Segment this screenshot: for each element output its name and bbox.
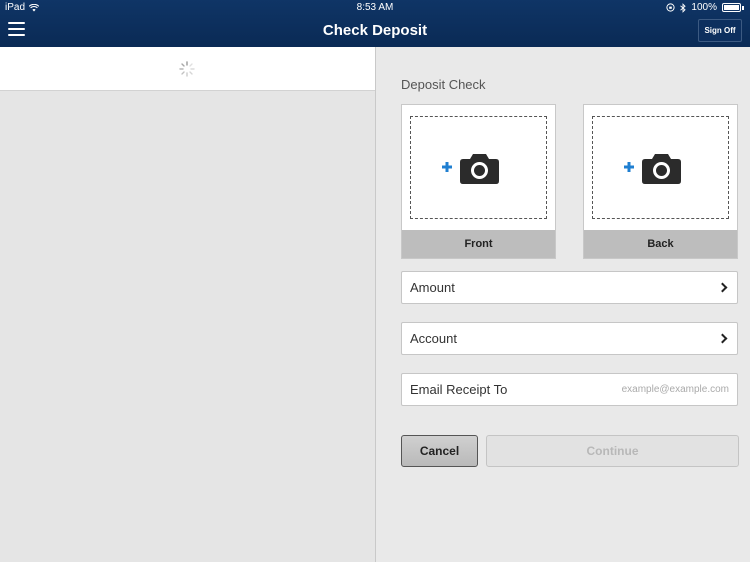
deposit-panel: Deposit Check Front Back Amount Account … xyxy=(376,47,750,562)
front-label: Front xyxy=(402,230,555,258)
camera-add-icon xyxy=(624,154,681,184)
account-field[interactable]: Account xyxy=(401,322,738,355)
chevron-right-icon xyxy=(717,333,728,344)
amount-field[interactable]: Amount xyxy=(401,271,738,304)
chevron-right-icon xyxy=(717,282,728,293)
email-input[interactable] xyxy=(529,384,729,395)
status-bar: iPad 8:53 AM 100% xyxy=(0,0,750,16)
back-label: Back xyxy=(584,230,737,258)
email-label: Email Receipt To xyxy=(410,382,508,397)
app-header: iPad 8:53 AM 100% Check Deposit Sign Off xyxy=(0,0,750,47)
amount-label: Amount xyxy=(410,280,455,295)
rotation-lock-icon xyxy=(666,3,676,12)
account-label: Account xyxy=(410,331,457,346)
loading-bar xyxy=(0,47,375,91)
status-right-group: 100% xyxy=(666,2,744,13)
spinner-icon xyxy=(179,61,195,77)
email-receipt-field[interactable]: Email Receipt To xyxy=(401,373,738,406)
bluetooth-icon xyxy=(680,2,687,13)
sign-off-button[interactable]: Sign Off xyxy=(698,19,742,42)
continue-button[interactable]: Continue xyxy=(486,435,739,467)
cancel-button[interactable]: Cancel xyxy=(401,435,478,467)
battery-tip xyxy=(742,5,744,10)
section-title: Deposit Check xyxy=(401,77,486,92)
battery-icon xyxy=(722,3,741,12)
back-check-capture[interactable]: Back xyxy=(583,104,738,259)
page-title: Check Deposit xyxy=(322,22,428,39)
status-time: 8:53 AM xyxy=(356,2,394,13)
left-pane xyxy=(0,47,375,562)
front-check-capture[interactable]: Front xyxy=(401,104,556,259)
battery-label: 100% xyxy=(691,2,717,13)
camera-add-icon xyxy=(442,154,499,184)
